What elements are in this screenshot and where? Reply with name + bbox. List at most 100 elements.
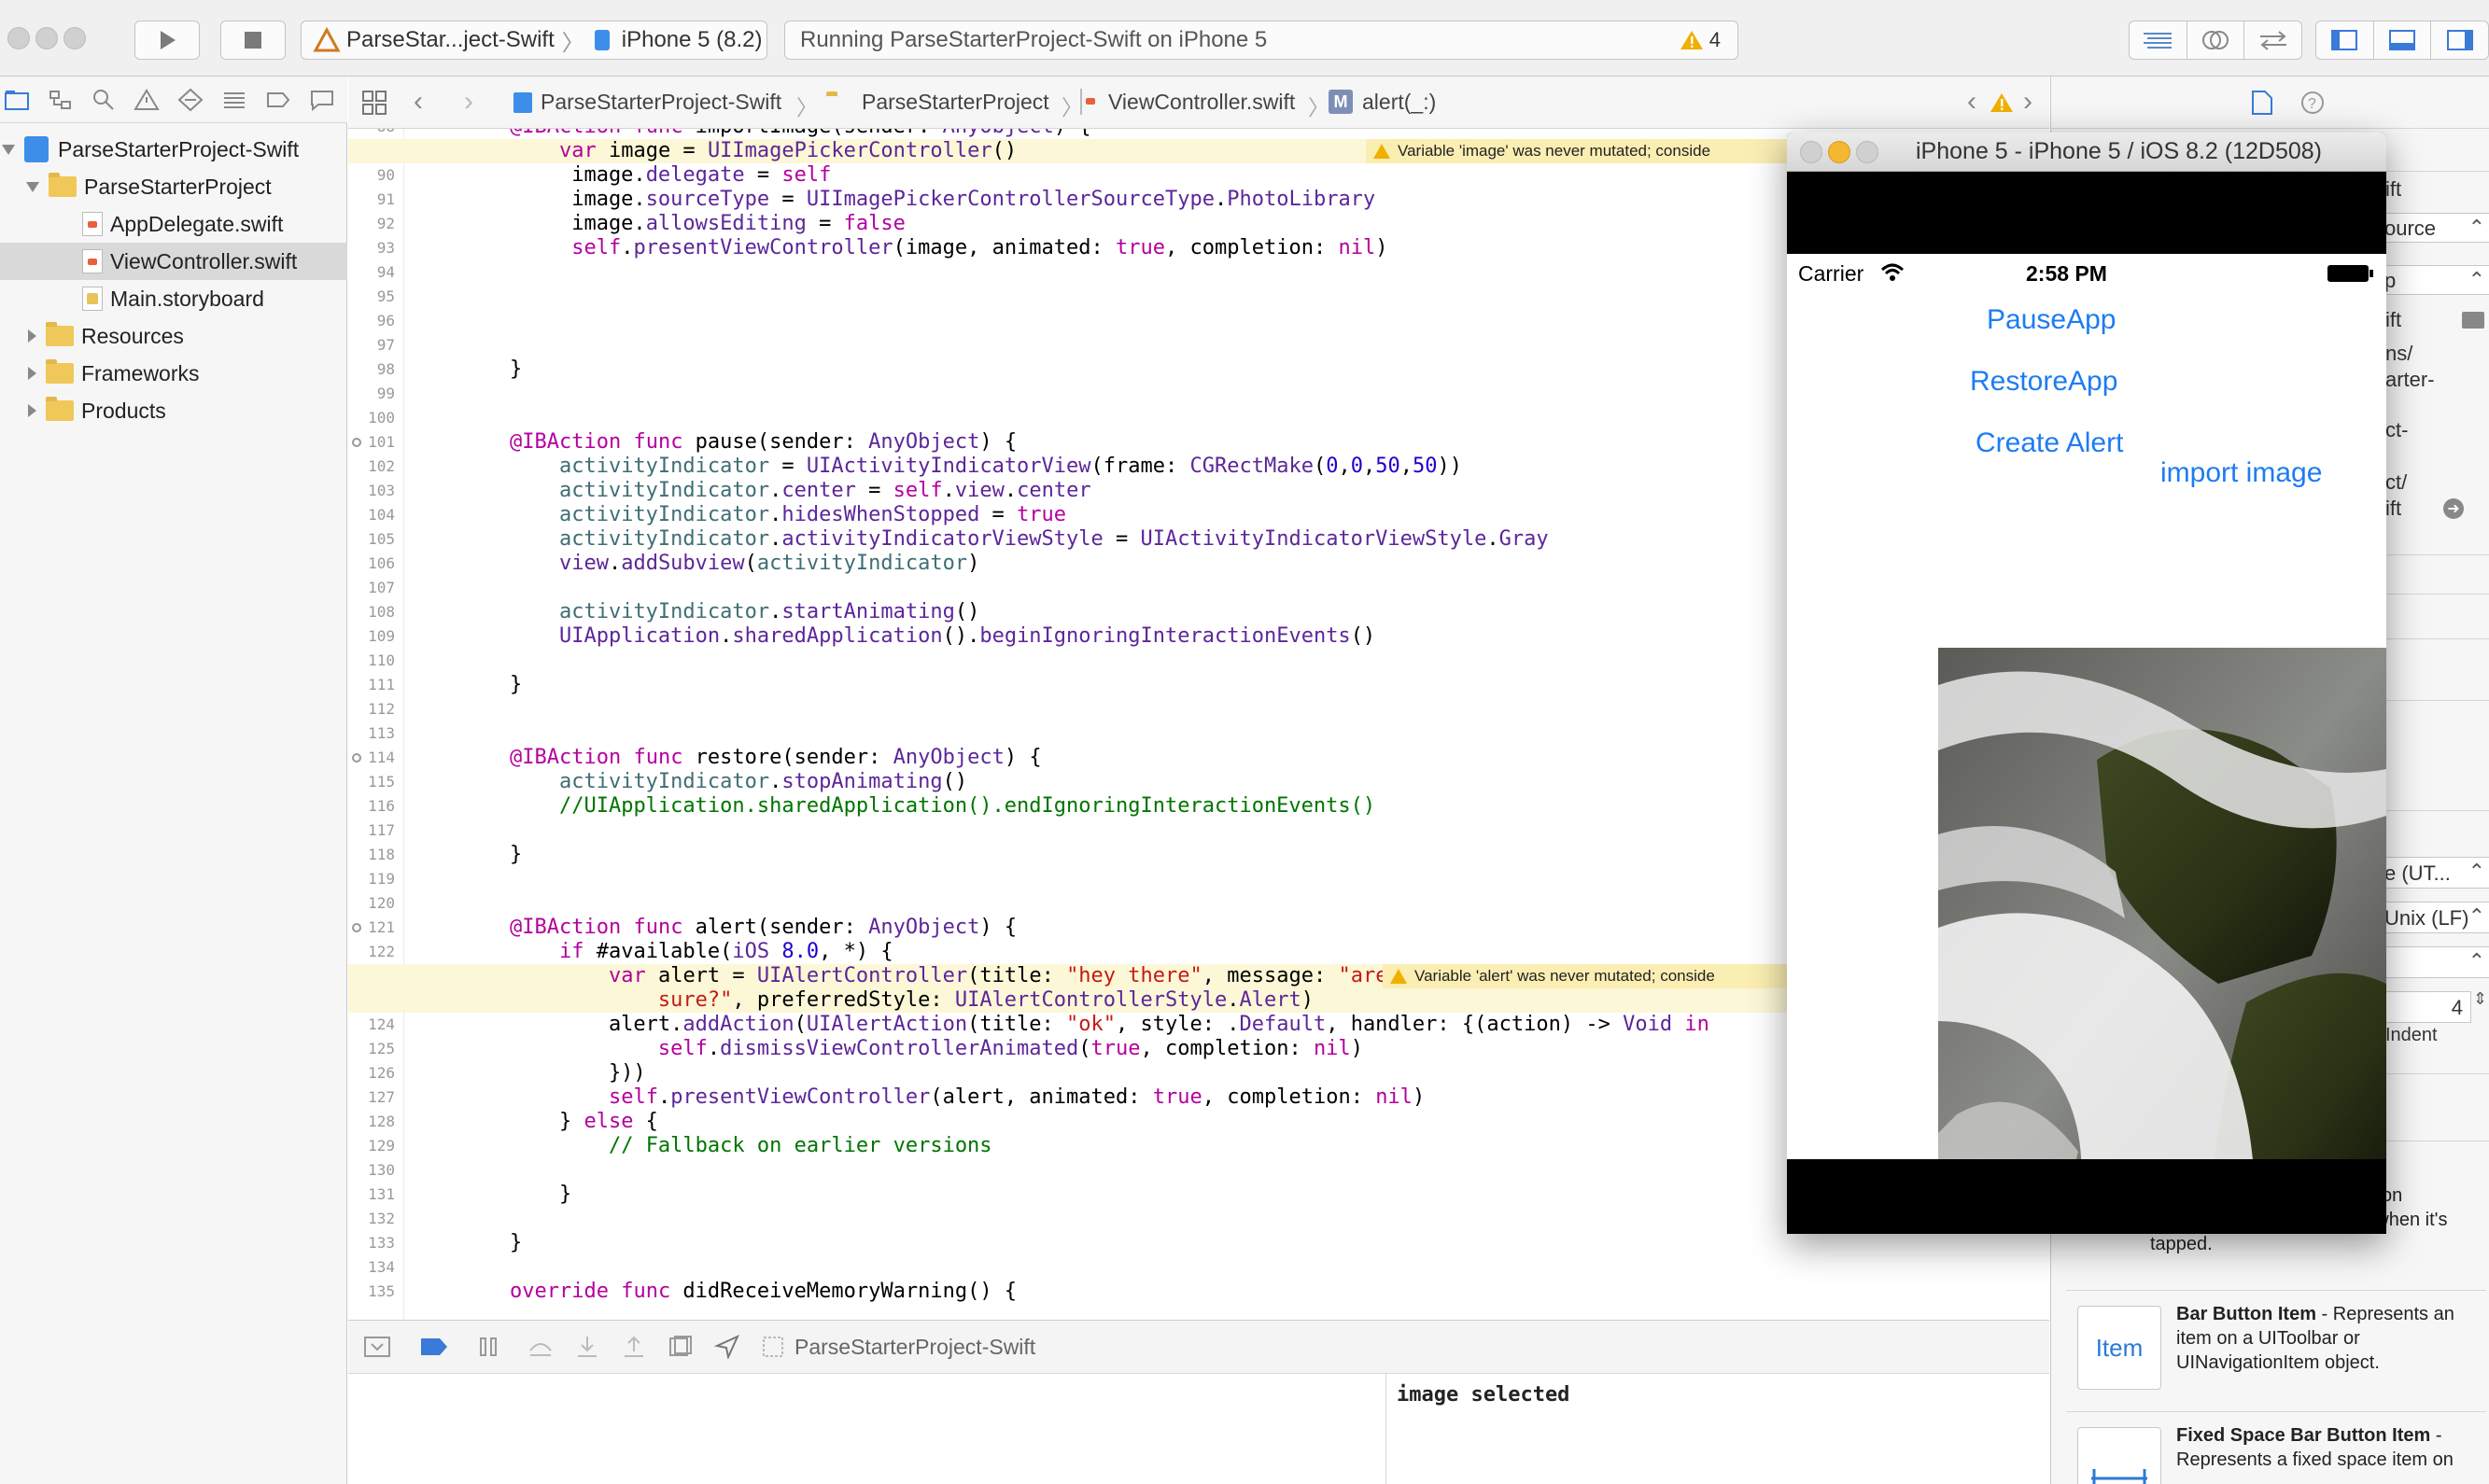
inspector-popup[interactable]: ource ⌃ (2378, 213, 2489, 243)
breadcrumb-project[interactable]: ParseStarterProject-Swift (541, 90, 781, 115)
symbol-navigator-icon[interactable] (48, 89, 74, 111)
code-line[interactable]: activityIndicator.hidesWhenStopped = tru… (460, 503, 1066, 527)
line-number[interactable]: 88 (348, 129, 395, 139)
line-number[interactable]: 95 (348, 285, 395, 309)
code-line[interactable]: if #available(iOS 8.0, *) { (460, 940, 893, 964)
nav-item-resources[interactable]: Resources (0, 317, 347, 355)
line-number[interactable]: 93 (348, 236, 395, 260)
debug-process-label[interactable]: ParseStarterProject-Swift (795, 1335, 1035, 1360)
step-out-icon[interactable] (621, 1335, 647, 1359)
simulator-title-bar[interactable]: iPhone 5 - iPhone 5 / iOS 8.2 (12D508) (1787, 133, 2386, 172)
disclosure-expanded-icon[interactable] (2, 144, 15, 155)
restore-app-button[interactable]: RestoreApp (1970, 366, 2117, 398)
breadcrumb-file[interactable]: ViewController.swift (1108, 90, 1295, 115)
inspector-popup[interactable]: p ⌃ (2378, 265, 2489, 295)
line-number[interactable]: 107 (348, 576, 395, 600)
code-line[interactable]: } (460, 843, 522, 867)
code-line[interactable]: })) (460, 1061, 646, 1085)
issue-navigator-icon[interactable] (134, 88, 160, 111)
standard-editor-button[interactable] (2130, 21, 2187, 59)
line-number[interactable]: 103 (348, 479, 395, 503)
code-line[interactable]: //UIApplication.sharedApplication().endI… (460, 794, 1375, 819)
line-number[interactable]: 106 (348, 552, 395, 576)
nav-item-appdelegate[interactable]: AppDelegate.swift (0, 205, 347, 243)
line-number[interactable]: 108 (348, 600, 395, 624)
code-line[interactable]: image.allowsEditing = false (460, 212, 906, 236)
code-line[interactable]: @IBAction func pause(sender: AnyObject) … (460, 430, 1017, 455)
close-window-button[interactable] (1800, 141, 1822, 163)
outlet-connection-icon[interactable] (352, 438, 361, 447)
line-number[interactable]: 122 (348, 940, 395, 964)
line-number[interactable]: 91 (348, 188, 395, 212)
line-number[interactable]: 90 (348, 163, 395, 188)
debug-navigator-icon[interactable] (221, 89, 247, 111)
code-line[interactable]: activityIndicator.startAnimating() (460, 600, 979, 624)
nav-item-frameworks[interactable]: Frameworks (0, 355, 347, 392)
code-line[interactable]: view.addSubview(activityIndicator) (460, 552, 979, 576)
code-line[interactable]: sure?", preferredStyle: UIAlertControlle… (460, 988, 1314, 1013)
previous-issue-icon[interactable]: ‹ (1967, 86, 1976, 118)
code-line[interactable]: image.sourceType = UIImagePickerControll… (460, 188, 1375, 212)
line-number[interactable]: 133 (348, 1231, 395, 1255)
ios-simulator-window[interactable]: iPhone 5 - iPhone 5 / iOS 8.2 (12D508) C… (1787, 133, 2386, 1234)
line-number[interactable]: 135 (348, 1280, 395, 1304)
code-line[interactable]: activityIndicator.center = self.view.cen… (460, 479, 1091, 503)
line-number[interactable]: 97 (348, 333, 395, 357)
code-line[interactable]: self.presentViewController(alert, animat… (460, 1085, 1425, 1110)
nav-item-storyboard[interactable]: Main.storyboard (0, 280, 347, 317)
code-line[interactable]: } (460, 357, 522, 382)
simulate-location-icon[interactable] (714, 1335, 740, 1359)
warning-counter[interactable]: 4 (1680, 28, 1721, 52)
find-navigator-icon[interactable] (91, 88, 116, 112)
zoom-window-button[interactable] (63, 27, 86, 49)
line-number[interactable]: 116 (348, 794, 395, 819)
line-number[interactable]: 128 (348, 1110, 395, 1134)
create-alert-button[interactable]: Create Alert (1976, 427, 2123, 459)
text-encoding-popup[interactable]: e (UT... ⌃ (2378, 857, 2489, 889)
disclosure-collapsed-icon[interactable] (28, 329, 36, 343)
line-number[interactable]: 112 (348, 697, 395, 721)
line-number[interactable]: 102 (348, 455, 395, 479)
breakpoints-toggle-icon[interactable] (419, 1337, 449, 1357)
library-item-fixed-space[interactable]: Fixed Space Bar Button Item - Represents… (2066, 1411, 2486, 1484)
line-number[interactable]: 129 (348, 1134, 395, 1158)
code-line[interactable]: self.dismissViewControllerAnimated(true,… (460, 1037, 1363, 1061)
code-line[interactable]: alert.addAction(UIAlertAction(title: "ok… (460, 1013, 1709, 1037)
view-debugger-icon[interactable] (668, 1335, 694, 1359)
line-number[interactable]: 127 (348, 1085, 395, 1110)
console-output[interactable]: image selected (1387, 1374, 2049, 1484)
editor-mode-control[interactable] (2129, 21, 2302, 60)
line-number[interactable]: 119 (348, 867, 395, 891)
code-line[interactable]: // Fallback on earlier versions (460, 1134, 992, 1158)
toggle-utilities-button[interactable] (2431, 21, 2488, 59)
process-target-icon[interactable] (761, 1335, 785, 1359)
pause-app-button[interactable]: PauseApp (1987, 304, 2116, 336)
scheme-selector[interactable]: ParseStar...ject-Swift 〉 iPhone 5 (8.2) (301, 21, 767, 60)
line-number[interactable]: 132 (348, 1207, 395, 1231)
line-number-gutter[interactable]: 8889909192939495969798991001011021031041… (348, 129, 404, 1320)
code-line[interactable]: @IBAction func importImage(sender: AnyOb… (460, 129, 1091, 139)
code-line[interactable]: activityIndicator.activityIndicatorViewS… (460, 527, 1549, 552)
code-line[interactable]: } (460, 1231, 522, 1255)
code-line[interactable]: activityIndicator = UIActivityIndicatorV… (460, 455, 1462, 479)
code-line[interactable]: @IBAction func alert(sender: AnyObject) … (460, 916, 1017, 940)
line-number[interactable]: 115 (348, 770, 395, 794)
run-button[interactable] (134, 21, 200, 60)
import-image-button[interactable]: import image (2160, 457, 2322, 489)
outlet-connection-icon[interactable] (352, 753, 361, 763)
code-line[interactable]: override func didReceiveMemoryWarning() … (460, 1280, 1017, 1304)
next-issue-icon[interactable]: › (2023, 86, 2032, 118)
nav-item-viewcontroller[interactable]: ViewController.swift (0, 243, 347, 280)
variables-view[interactable] (348, 1374, 1386, 1484)
pause-icon[interactable] (477, 1336, 499, 1358)
code-line[interactable]: } else { (460, 1110, 658, 1134)
disclosure-collapsed-icon[interactable] (28, 367, 36, 380)
stop-button[interactable] (220, 21, 286, 60)
code-line[interactable]: self.presentViewController(image, animat… (460, 236, 1387, 260)
line-number[interactable]: 111 (348, 673, 395, 697)
close-window-button[interactable] (7, 27, 30, 49)
line-number[interactable]: 96 (348, 309, 395, 333)
code-line[interactable]: UIApplication.sharedApplication().beginI… (460, 624, 1375, 649)
nav-item-products[interactable]: Products (0, 392, 347, 429)
indent-using-popup[interactable]: ⌃ (2378, 946, 2489, 978)
